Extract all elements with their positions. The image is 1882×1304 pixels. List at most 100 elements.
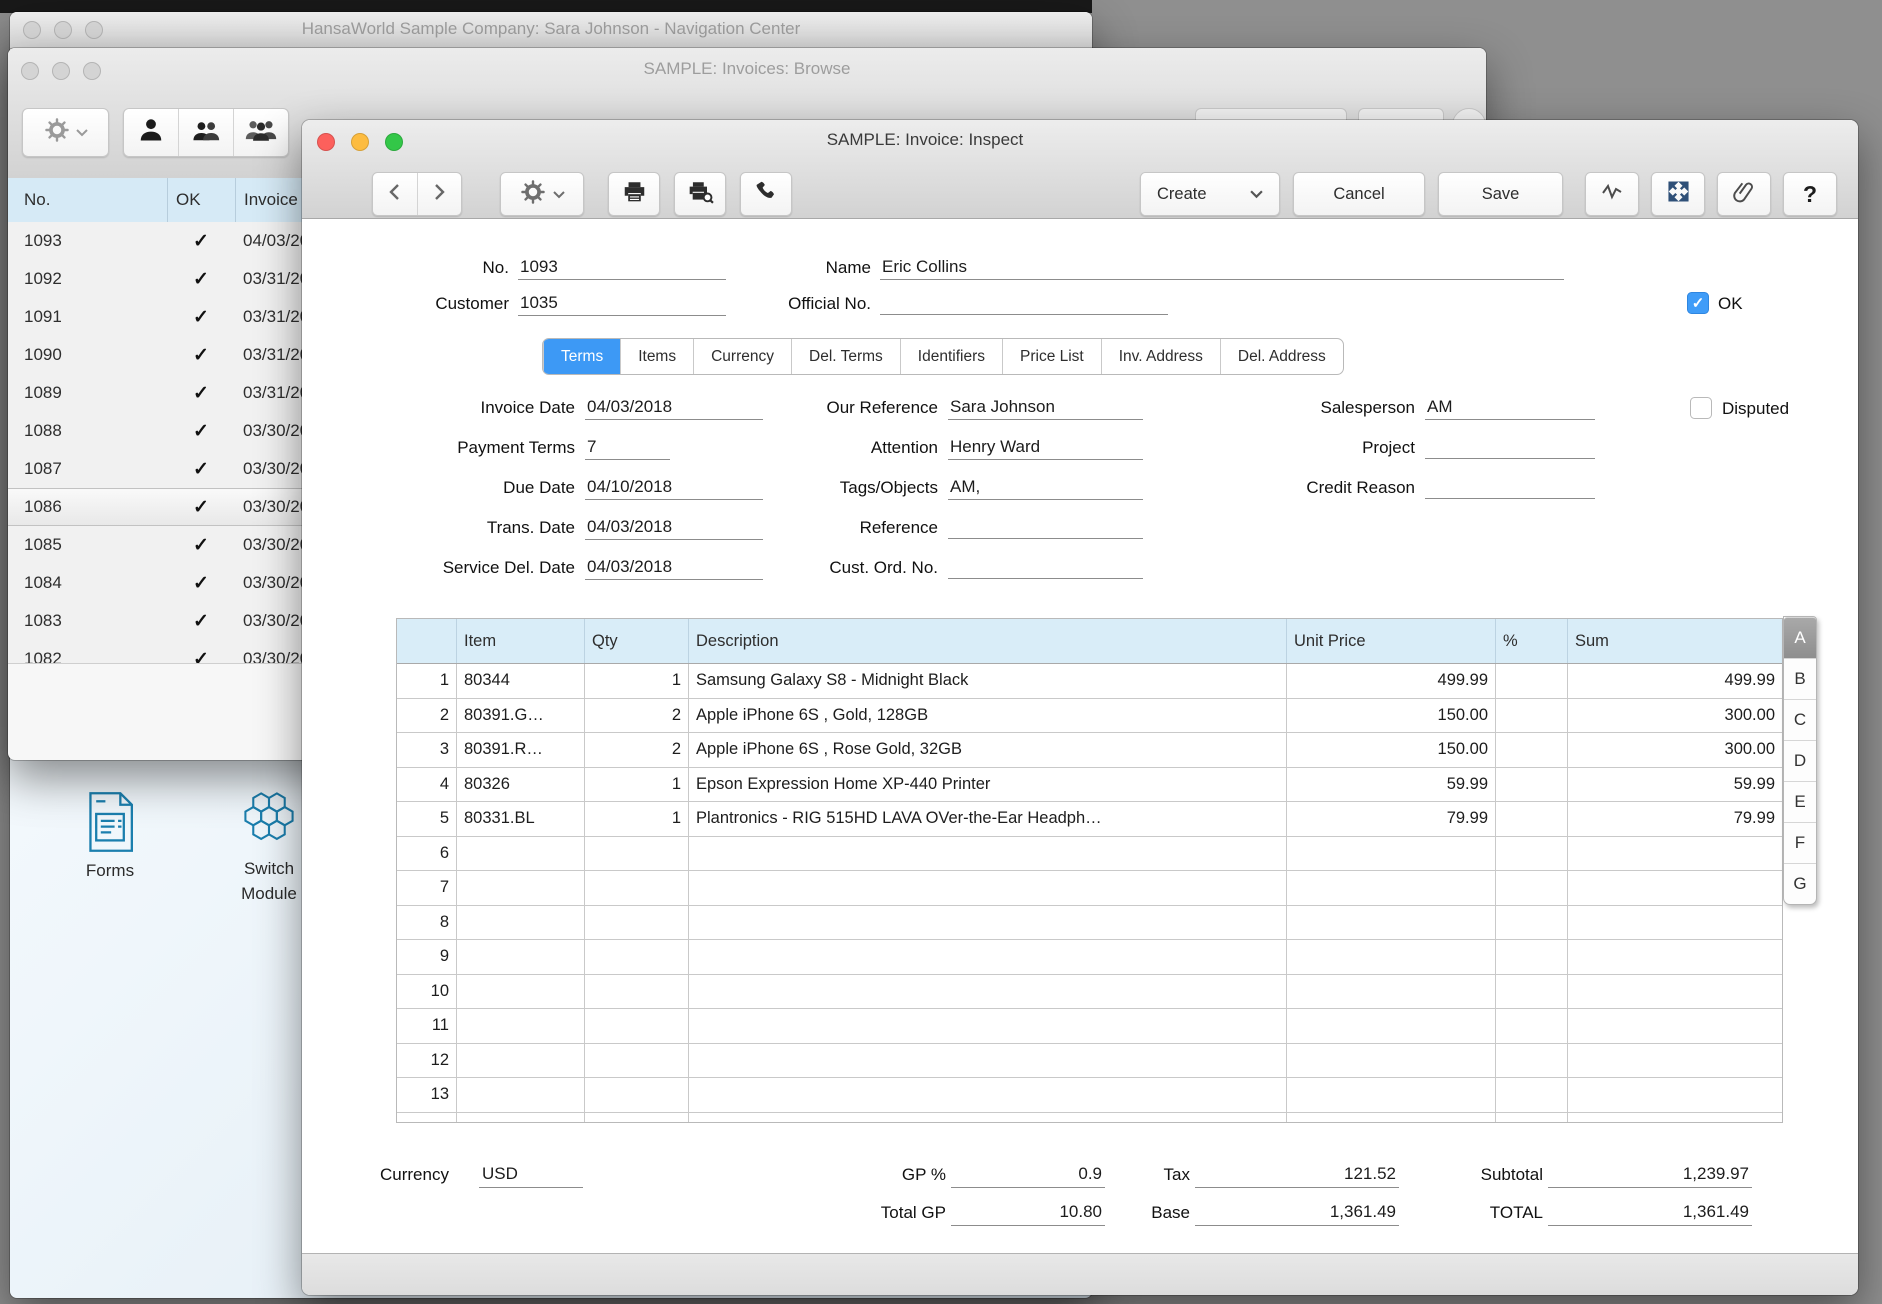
description-cell[interactable] [689, 1113, 1287, 1124]
description-cell[interactable] [689, 871, 1287, 905]
column-header-percent[interactable]: % [1496, 619, 1568, 663]
sum-cell[interactable] [1568, 1113, 1782, 1124]
item-code-cell[interactable]: 80331.BL [457, 802, 585, 836]
sum-cell[interactable]: 79.99 [1568, 802, 1782, 836]
field-input[interactable]: AM [1425, 397, 1595, 420]
percent-cell[interactable] [1496, 1078, 1568, 1112]
forms-shortcut-label[interactable]: Forms [65, 858, 155, 883]
item-code-cell[interactable] [457, 871, 585, 905]
percent-cell[interactable] [1496, 1044, 1568, 1078]
column-header-qty[interactable]: Qty [585, 619, 689, 663]
name-input[interactable]: Eric Collins [880, 257, 1564, 280]
unit-price-cell[interactable]: 499.99 [1287, 664, 1496, 698]
operations-menu-button[interactable] [500, 172, 584, 216]
percent-cell[interactable] [1496, 940, 1568, 974]
percent-cell[interactable] [1496, 837, 1568, 871]
item-row[interactable]: 4 80326 1 Epson Expression Home XP-440 P… [397, 768, 1782, 803]
unit-price-cell[interactable] [1287, 1009, 1496, 1043]
qty-cell[interactable] [585, 837, 689, 871]
inspect-titlebar[interactable]: SAMPLE: Invoice: Inspect [302, 120, 1858, 162]
sum-cell[interactable] [1568, 975, 1782, 1009]
field-input[interactable]: Henry Ward [948, 437, 1143, 460]
percent-cell[interactable] [1496, 1113, 1568, 1124]
print-button[interactable] [608, 172, 660, 216]
item-code-cell[interactable] [457, 1009, 585, 1043]
sum-cell[interactable]: 499.99 [1568, 664, 1782, 698]
field-input[interactable] [1425, 437, 1595, 459]
item-row[interactable]: 11 [397, 1009, 1782, 1044]
cancel-button[interactable]: Cancel [1293, 172, 1425, 216]
expand-button[interactable] [1651, 172, 1705, 216]
percent-cell[interactable] [1496, 906, 1568, 940]
unit-price-cell[interactable] [1287, 906, 1496, 940]
next-record-button[interactable] [418, 173, 462, 215]
flip-tab[interactable]: E [1784, 781, 1816, 822]
sum-cell[interactable]: 59.99 [1568, 768, 1782, 802]
item-row[interactable]: 8 [397, 906, 1782, 941]
flip-tab[interactable]: F [1784, 822, 1816, 863]
description-cell[interactable]: Apple iPhone 6S , Gold, 128GB [689, 699, 1287, 733]
item-row[interactable]: 12 [397, 1044, 1782, 1079]
disputed-checkbox[interactable] [1690, 397, 1712, 419]
navigation-titlebar[interactable]: HansaWorld Sample Company: Sara Johnson … [10, 12, 1092, 49]
column-header-description[interactable]: Description [689, 619, 1287, 663]
item-row[interactable]: 9 [397, 940, 1782, 975]
qty-cell[interactable] [585, 906, 689, 940]
description-cell[interactable] [689, 906, 1287, 940]
item-row[interactable]: 13 [397, 1078, 1782, 1113]
unit-price-cell[interactable]: 150.00 [1287, 733, 1496, 767]
description-cell[interactable] [689, 837, 1287, 871]
tab[interactable]: Terms [543, 339, 620, 374]
previous-record-button[interactable] [373, 173, 418, 215]
qty-cell[interactable] [585, 1113, 689, 1124]
field-input[interactable]: 7 [585, 437, 670, 460]
column-header-no[interactable]: No. [8, 178, 167, 222]
attachments-button[interactable] [1717, 172, 1771, 216]
percent-cell[interactable] [1496, 768, 1568, 802]
sum-cell[interactable] [1568, 906, 1782, 940]
item-row[interactable]: 2 80391.G… 2 Apple iPhone 6S , Gold, 128… [397, 699, 1782, 734]
item-row[interactable]: 10 [397, 975, 1782, 1010]
browse-titlebar[interactable]: SAMPLE: Invoices: Browse [8, 48, 1486, 92]
percent-cell[interactable] [1496, 871, 1568, 905]
official-no-input[interactable] [880, 293, 1168, 315]
tab[interactable]: Inv. Address [1101, 339, 1220, 374]
tab[interactable]: Price List [1002, 339, 1101, 374]
qty-cell[interactable] [585, 1044, 689, 1078]
description-cell[interactable]: Plantronics - RIG 515HD LAVA OVer-the-Ea… [689, 802, 1287, 836]
field-input[interactable] [948, 557, 1143, 579]
field-input[interactable] [1425, 477, 1595, 499]
activity-button[interactable] [1585, 172, 1639, 216]
column-header-sum[interactable]: Sum [1568, 619, 1782, 663]
field-input[interactable]: AM, [948, 477, 1143, 500]
column-header-ok[interactable]: OK [167, 178, 235, 222]
description-cell[interactable]: Apple iPhone 6S , Rose Gold, 32GB [689, 733, 1287, 767]
description-cell[interactable] [689, 1044, 1287, 1078]
switch-module-icon[interactable] [239, 790, 299, 844]
percent-cell[interactable] [1496, 975, 1568, 1009]
qty-cell[interactable] [585, 1009, 689, 1043]
description-cell[interactable] [689, 1078, 1287, 1112]
flip-tab[interactable]: C [1784, 699, 1816, 740]
tab[interactable]: Identifiers [900, 339, 1002, 374]
percent-cell[interactable] [1496, 699, 1568, 733]
percent-cell[interactable] [1496, 1009, 1568, 1043]
create-button[interactable]: Create [1140, 172, 1280, 216]
item-row[interactable]: 5 80331.BL 1 Plantronics - RIG 515HD LAV… [397, 802, 1782, 837]
unit-price-cell[interactable] [1287, 1078, 1496, 1112]
item-code-cell[interactable] [457, 1078, 585, 1112]
flip-tab[interactable]: A [1784, 617, 1816, 658]
unit-price-cell[interactable]: 150.00 [1287, 699, 1496, 733]
percent-cell[interactable] [1496, 664, 1568, 698]
item-row[interactable]: 3 80391.R… 2 Apple iPhone 6S , Rose Gold… [397, 733, 1782, 768]
single-record-view-button[interactable] [124, 109, 178, 156]
unit-price-cell[interactable]: 59.99 [1287, 768, 1496, 802]
flip-tab[interactable]: G [1784, 863, 1816, 904]
field-input[interactable] [948, 517, 1143, 539]
item-code-cell[interactable] [457, 975, 585, 1009]
sum-cell[interactable] [1568, 1009, 1782, 1043]
qty-cell[interactable]: 2 [585, 733, 689, 767]
item-code-cell[interactable]: 80391.G… [457, 699, 585, 733]
item-row[interactable]: 14 [397, 1113, 1782, 1124]
qty-cell[interactable] [585, 871, 689, 905]
